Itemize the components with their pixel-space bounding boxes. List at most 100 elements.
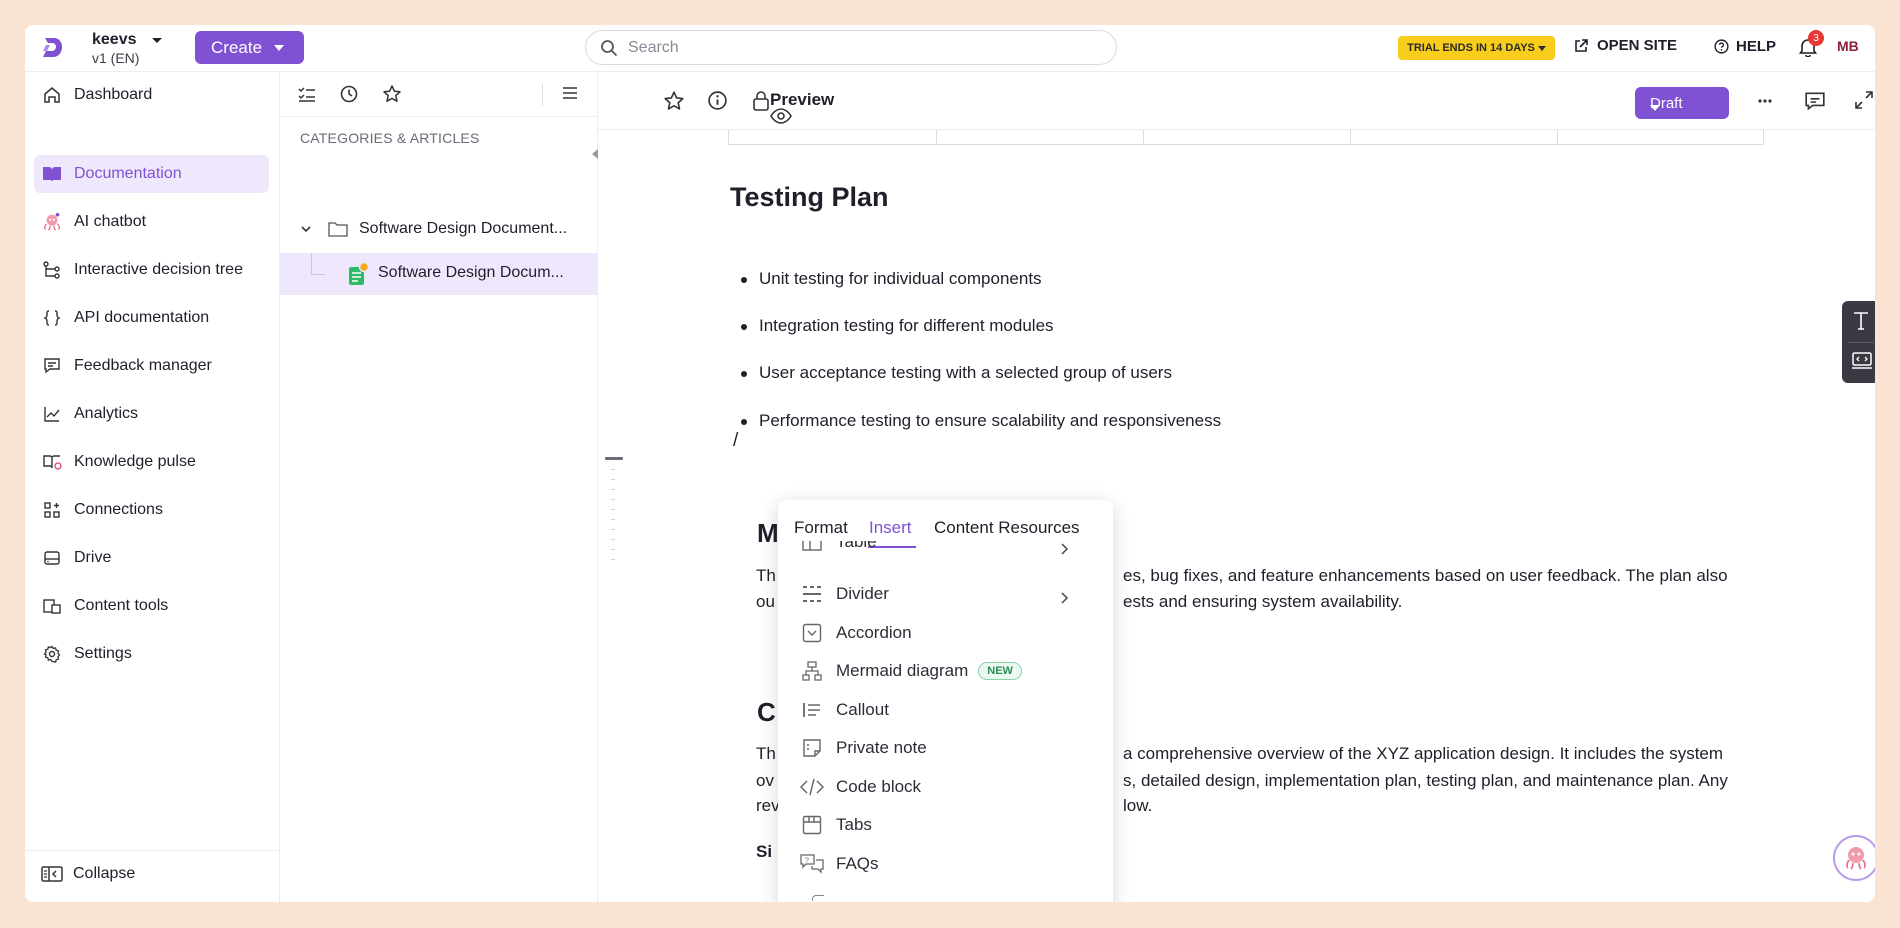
- sidebar-item-knowledge-pulse[interactable]: Knowledge pulse: [34, 443, 269, 481]
- sidebar-item-drive[interactable]: Drive: [34, 539, 269, 577]
- collapse-label: Collapse: [73, 865, 136, 882]
- tree-connector: [311, 253, 325, 275]
- article-tree-panel: CATEGORIES & ARTICLES Software Design Do…: [280, 72, 598, 902]
- mermaid-icon: [800, 659, 824, 683]
- sidebar-item-ai-chatbot[interactable]: AI chatbot: [34, 203, 269, 241]
- logo-icon[interactable]: [39, 35, 65, 61]
- editor-toolbar: Preview Draft: [598, 72, 1875, 130]
- menu-item-table[interactable]: Table: [800, 541, 1100, 559]
- comment-icon[interactable]: [1804, 90, 1826, 112]
- menu-item-faqs[interactable]: ? FAQs: [800, 849, 1100, 879]
- chevron-down-icon[interactable]: [299, 222, 313, 236]
- star-icon[interactable]: [663, 90, 685, 112]
- sidebar-item-label: Documentation: [74, 165, 182, 182]
- sidebar-item-documentation[interactable]: Documentation: [34, 155, 269, 193]
- lock-icon[interactable]: [752, 90, 770, 111]
- drag-handle[interactable]: [605, 457, 623, 460]
- caret-down-icon: [1650, 105, 1660, 111]
- paragraph-fragment: s, detailed design, implementation plan,…: [1123, 771, 1728, 790]
- ai-assistant-button[interactable]: [1833, 835, 1875, 881]
- tree-category[interactable]: Software Design Document...: [280, 208, 598, 250]
- tabs-icon: [800, 813, 824, 837]
- menu-icon[interactable]: [561, 84, 579, 102]
- menu-item-private-note[interactable]: Private note: [800, 733, 1100, 763]
- paragraph-fragment: Th: [756, 566, 776, 585]
- sidebar-item-connections[interactable]: Connections: [34, 491, 269, 529]
- pulse-icon: [42, 452, 62, 472]
- project-name[interactable]: keevs: [92, 31, 137, 49]
- menu-item-label: Divider: [836, 584, 889, 603]
- sidebar-item-analytics[interactable]: Analytics: [34, 395, 269, 433]
- sidebar-item-decision-tree[interactable]: Interactive decision tree: [34, 251, 269, 289]
- text-format-icon[interactable]: [1851, 310, 1871, 332]
- code-icon: [800, 775, 824, 799]
- private-note-icon: [800, 736, 824, 760]
- star-icon[interactable]: [382, 84, 402, 104]
- book-icon: [42, 164, 62, 184]
- sidebar-item-label: Feedback manager: [74, 357, 212, 374]
- sidebar-item-label: Analytics: [74, 405, 139, 422]
- caret-down-icon[interactable]: [151, 37, 163, 45]
- signature-fragment: Si: [756, 842, 773, 861]
- braces-icon: [42, 308, 62, 328]
- floating-format-toolbar: [1842, 301, 1875, 383]
- tools-icon: [42, 596, 62, 616]
- sidebar-item-label: Drive: [74, 549, 112, 566]
- tab-format[interactable]: Format: [794, 518, 848, 538]
- menu-item-label: Code block: [836, 777, 922, 796]
- expand-icon[interactable]: [1854, 90, 1874, 110]
- menu-item-tabs[interactable]: Tabs: [800, 810, 1100, 840]
- chart-icon: [42, 404, 62, 424]
- sidebar-item-feedback-manager[interactable]: Feedback manager: [34, 347, 269, 385]
- help-button[interactable]: HELP: [1714, 38, 1776, 55]
- embed-icon[interactable]: [1851, 351, 1873, 371]
- menu-item-label: Private note: [836, 738, 927, 757]
- notification-badge: 3: [1808, 30, 1824, 46]
- sidebar-item-label: API documentation: [74, 309, 210, 326]
- bullet-item[interactable]: Unit testing for individual components: [741, 269, 1042, 289]
- chevron-right-icon: [1052, 586, 1076, 610]
- menu-item-divider[interactable]: Divider: [800, 579, 1100, 609]
- external-link-icon: [1573, 38, 1589, 54]
- paragraph-fragment: low.: [1123, 796, 1153, 815]
- bullet-item[interactable]: User acceptance testing with a selected …: [741, 363, 1172, 383]
- bullet-item[interactable]: Performance testing to ensure scalabilit…: [740, 411, 1221, 431]
- info-icon[interactable]: [707, 90, 728, 111]
- menu-item-callout[interactable]: Callout: [800, 695, 1100, 725]
- trial-badge[interactable]: TRIAL ENDS IN 14 DAYS: [1398, 36, 1555, 60]
- history-icon[interactable]: [339, 84, 359, 104]
- create-button[interactable]: Create: [195, 31, 304, 64]
- menu-item-label: Callout: [836, 700, 889, 719]
- sidebar-item-settings[interactable]: Settings: [34, 635, 269, 673]
- checklist-icon[interactable]: [297, 84, 317, 104]
- bullet-item[interactable]: Integration testing for different module…: [741, 316, 1054, 336]
- paragraph-fragment: ov: [756, 771, 774, 790]
- search-input[interactable]: [628, 38, 1068, 57]
- menu-item-accordion[interactable]: Accordion: [800, 618, 1100, 648]
- draft-status-button[interactable]: Draft: [1635, 87, 1729, 119]
- trial-label: TRIAL ENDS IN 14 DAYS: [1407, 42, 1535, 54]
- sidebar-item-api-documentation[interactable]: API documentation: [34, 299, 269, 337]
- tab-insert[interactable]: Insert: [869, 518, 912, 538]
- search-bar[interactable]: [585, 30, 1117, 65]
- more-icon[interactable]: [1758, 99, 1772, 103]
- insert-menu-popup: Format Insert Content Resources Table Di…: [778, 500, 1113, 902]
- open-site-button[interactable]: OPEN SITE: [1573, 37, 1677, 54]
- menu-item-label: Mermaid diagram: [836, 661, 969, 680]
- sidebar-item-label: Knowledge pulse: [74, 453, 196, 470]
- toolbar-divider: [542, 84, 543, 106]
- preview-button[interactable]: Preview: [770, 90, 834, 124]
- section-heading[interactable]: Testing Plan: [730, 182, 889, 213]
- menu-item-code-block[interactable]: Code block: [800, 772, 1100, 802]
- sidebar-footer: Collapse: [25, 850, 279, 902]
- sidebar-item-dashboard[interactable]: Dashboard: [34, 76, 269, 114]
- sidebar-item-label: Interactive decision tree: [74, 261, 243, 278]
- divider-icon: [800, 582, 824, 606]
- sidebar-item-content-tools[interactable]: Content tools: [34, 587, 269, 625]
- tree-article[interactable]: Software Design Docum...: [280, 253, 598, 295]
- tab-content-resources[interactable]: Content Resources: [934, 518, 1080, 538]
- menu-item-mermaid-diagram[interactable]: Mermaid diagram NEW: [800, 656, 1100, 686]
- collapse-button[interactable]: Collapse: [41, 865, 135, 883]
- avatar[interactable]: MB: [1837, 38, 1859, 54]
- slash-command[interactable]: /: [733, 430, 738, 452]
